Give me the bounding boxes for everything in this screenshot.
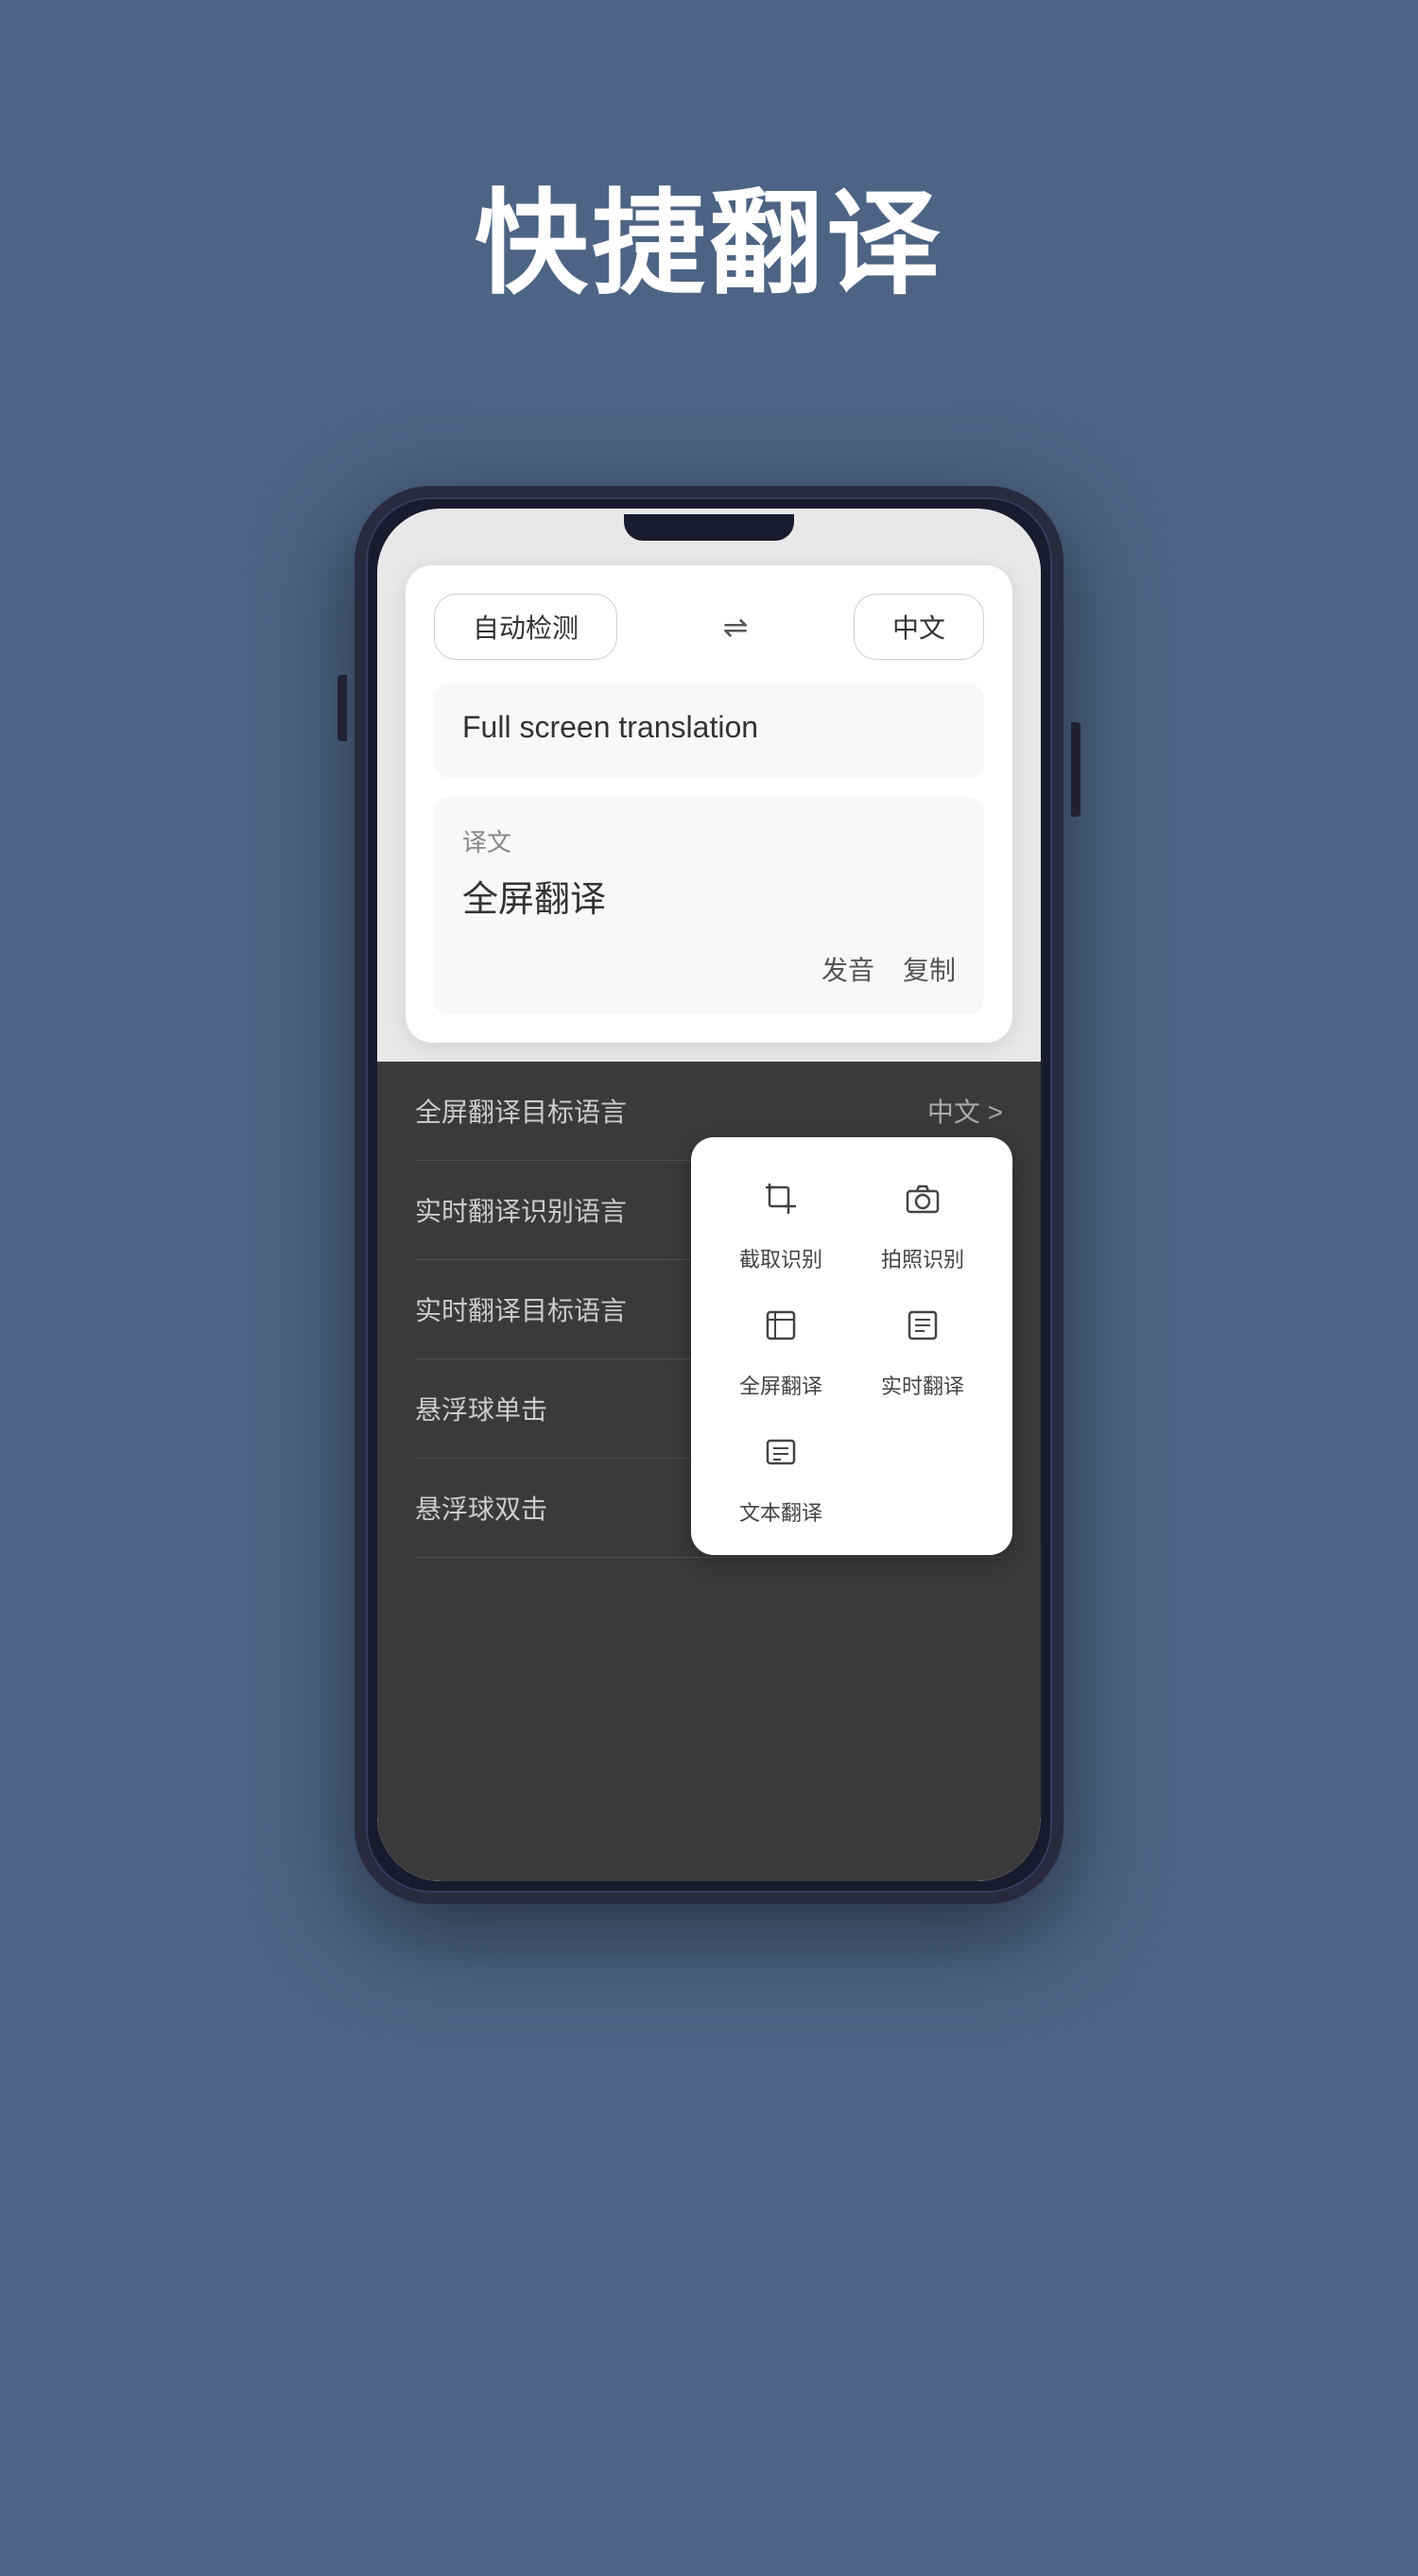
copy-button[interactable]: 复制 xyxy=(903,950,956,988)
text-label: 文本翻译 xyxy=(739,1496,822,1527)
result-label: 译文 xyxy=(462,823,956,858)
quick-action-crop[interactable]: 截取识别 xyxy=(719,1166,842,1273)
phone-notch xyxy=(624,514,794,541)
settings-item-label-realtime-target: 实时翻译目标语言 xyxy=(415,1290,627,1328)
phone-side-button-left xyxy=(337,675,347,741)
settings-area: 全屏翻译目标语言 中文 > 实时翻译识别语言 实时翻译目标语言 xyxy=(377,1062,1041,1881)
input-text[interactable]: Full screen translation xyxy=(434,683,984,778)
phone-side-button-right xyxy=(1071,722,1081,817)
settings-item-label-fullscreen-target: 全屏翻译目标语言 xyxy=(415,1092,627,1130)
translation-result: 译文 全屏翻译 发音 复制 xyxy=(434,797,984,1014)
swap-icon[interactable]: ⇌ xyxy=(723,609,749,645)
quick-action-fullscreen[interactable]: 全屏翻译 xyxy=(719,1292,842,1400)
quick-action-text[interactable]: 文本翻译 xyxy=(719,1419,842,1527)
settings-item-label-realtime-source: 实时翻译识别语言 xyxy=(415,1191,627,1229)
phone-frame: 自动检测 ⇌ 中文 Full screen translation 译文 全屏翻… xyxy=(354,486,1064,1904)
lang-selector-row: 自动检测 ⇌ 中文 xyxy=(434,594,984,660)
result-text: 全屏翻译 xyxy=(462,870,956,922)
quick-action-realtime[interactable]: 实时翻译 xyxy=(861,1292,984,1400)
pronounce-button[interactable]: 发音 xyxy=(821,950,874,988)
realtime-label: 实时翻译 xyxy=(881,1370,964,1400)
result-actions: 发音 复制 xyxy=(462,950,956,988)
settings-item-label-float-double: 悬浮球双击 xyxy=(415,1489,547,1527)
translation-card: 自动检测 ⇌ 中文 Full screen translation 译文 全屏翻… xyxy=(406,565,1012,1043)
camera-icon xyxy=(890,1166,956,1232)
crop-icon xyxy=(748,1166,814,1232)
camera-label: 拍照识别 xyxy=(881,1243,964,1273)
quick-action-popup: 截取识别 拍照识别 xyxy=(691,1137,1012,1555)
quick-action-camera[interactable]: 拍照识别 xyxy=(861,1166,984,1273)
screen-content: 自动检测 ⇌ 中文 Full screen translation 译文 全屏翻… xyxy=(377,509,1041,1881)
phone-mockup: 自动检测 ⇌ 中文 Full screen translation 译文 全屏翻… xyxy=(354,486,1064,2471)
fullscreen-label: 全屏翻译 xyxy=(739,1370,822,1400)
target-lang-button[interactable]: 中文 xyxy=(854,594,984,660)
settings-item-label-float-single: 悬浮球单击 xyxy=(415,1390,547,1427)
realtime-icon xyxy=(890,1292,956,1358)
text-icon xyxy=(748,1419,814,1485)
settings-item-value-fullscreen-target: 中文 > xyxy=(927,1092,1003,1130)
source-lang-button[interactable]: 自动检测 xyxy=(434,594,617,660)
crop-label: 截取识别 xyxy=(739,1243,822,1273)
fullscreen-icon xyxy=(748,1292,814,1358)
phone-screen: 自动检测 ⇌ 中文 Full screen translation 译文 全屏翻… xyxy=(377,509,1041,1881)
page-title: 快捷翻译 xyxy=(475,151,943,316)
